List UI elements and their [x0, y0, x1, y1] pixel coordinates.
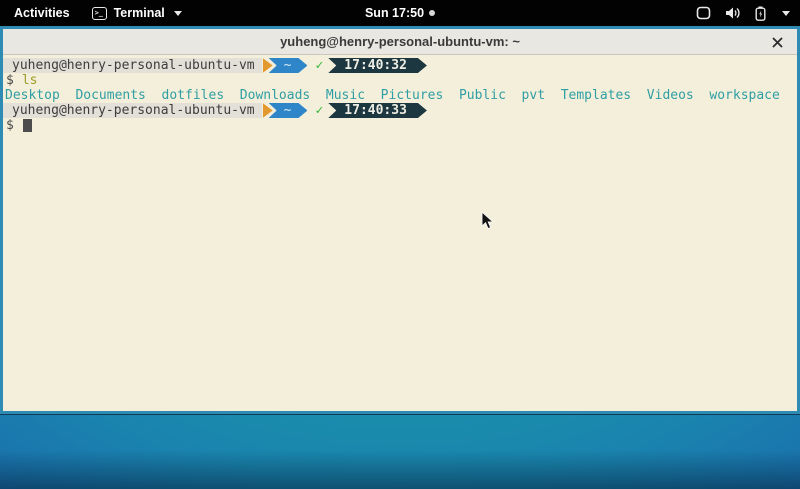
- window-titlebar[interactable]: yuheng@henry-personal-ubuntu-vm: ~: [3, 29, 797, 55]
- volume-icon: [725, 6, 741, 20]
- activities-button[interactable]: Activities: [10, 6, 74, 20]
- prompt-timestamp-badge: 17:40:32: [328, 58, 427, 73]
- display-icon: [696, 6, 711, 20]
- prompt-user-host: yuheng@henry-personal-ubuntu-vm: [3, 58, 262, 73]
- clock[interactable]: Sun 17:50: [365, 6, 424, 20]
- prompt-symbol: $: [3, 73, 14, 88]
- battery-charging-icon: [755, 6, 766, 21]
- typed-command: ls: [14, 73, 38, 88]
- prompt-directory-badge: ~: [269, 58, 308, 73]
- close-icon: [772, 37, 783, 48]
- chevron-down-icon: [174, 11, 182, 16]
- current-input-line[interactable]: $: [3, 118, 797, 133]
- status-check-icon: ✓: [315, 58, 323, 73]
- app-menu-label: Terminal: [114, 6, 165, 20]
- terminal-output-area[interactable]: yuheng@henry-personal-ubuntu-vm ~ ✓ 17:4…: [3, 55, 797, 411]
- notification-dot-icon: [429, 10, 435, 16]
- prompt-directory-badge: ~: [269, 103, 308, 118]
- status-check-icon: ✓: [315, 103, 323, 118]
- terminal-window: yuheng@henry-personal-ubuntu-vm: ~ yuhen…: [0, 26, 800, 414]
- close-button[interactable]: [767, 32, 787, 52]
- top-bar: Activities >_ Terminal Sun 17:50: [0, 0, 800, 26]
- chevron-down-icon: [782, 11, 790, 16]
- prompt-line: yuheng@henry-personal-ubuntu-vm ~ ✓ 17:4…: [3, 103, 797, 118]
- prompt-timestamp-badge: 17:40:33: [328, 103, 427, 118]
- prompt-user-host: yuheng@henry-personal-ubuntu-vm: [3, 103, 262, 118]
- terminal-app-icon: >_: [92, 7, 107, 20]
- prompt-symbol: $: [3, 118, 14, 133]
- text-cursor-block: [23, 119, 32, 132]
- app-menu[interactable]: >_ Terminal: [92, 6, 182, 20]
- window-title: yuheng@henry-personal-ubuntu-vm: ~: [280, 34, 520, 49]
- command-line: $ ls: [3, 73, 797, 88]
- prompt-line: yuheng@henry-personal-ubuntu-vm ~ ✓ 17:4…: [3, 58, 797, 73]
- system-status-area[interactable]: [696, 0, 800, 26]
- ls-output: Desktop Documents dotfiles Downloads Mus…: [3, 88, 797, 103]
